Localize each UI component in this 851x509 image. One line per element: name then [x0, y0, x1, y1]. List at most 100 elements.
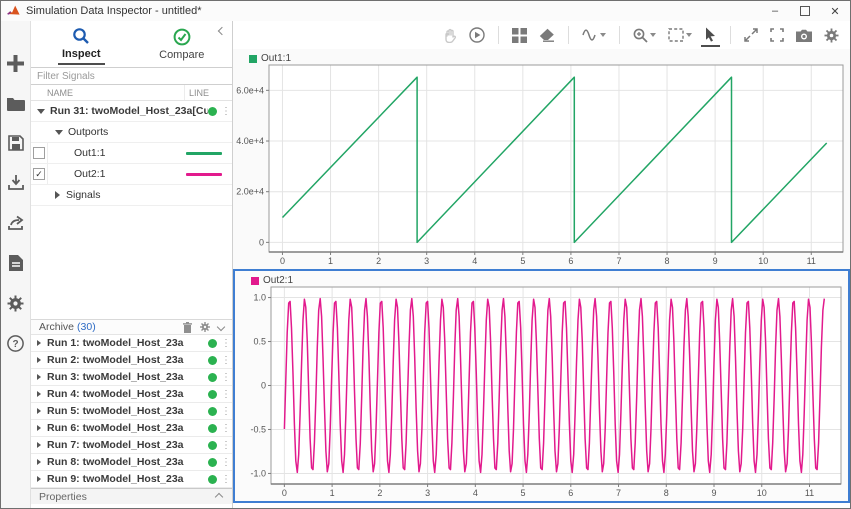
status-dot [208, 356, 217, 365]
tab-inspect[interactable]: Inspect [31, 21, 132, 67]
archive-run-row[interactable]: Run 2: twoModel_Host_23a⋮ [31, 352, 232, 369]
status-dot [208, 424, 217, 433]
line-style-swatch[interactable] [186, 152, 222, 155]
caret-right-icon[interactable] [37, 357, 41, 363]
pan-hand-icon [443, 28, 457, 43]
plot-checkbox[interactable] [33, 147, 45, 159]
kebab-menu-icon[interactable]: ⋮ [220, 372, 232, 383]
plot-area: Out1:1 0123456789101102.0e+44.0e+46.0e+4… [233, 21, 850, 508]
minimize-button[interactable]: – [760, 1, 790, 21]
subplot-out1[interactable]: Out1:1 0123456789101102.0e+44.0e+46.0e+4 [233, 49, 850, 269]
layout-grid-button[interactable] [509, 24, 530, 46]
plot-checkbox[interactable]: ✓ [33, 168, 45, 180]
archive-run-row[interactable]: Run 5: twoModel_Host_23a⋮ [31, 403, 232, 420]
fullscreen-icon [770, 28, 784, 42]
plot-canvas[interactable]: 0123456789101102.0e+44.0e+46.0e+4 [233, 49, 850, 269]
signal-row-out2[interactable]: ✓ Out2:1 [31, 164, 232, 185]
caret-right-icon[interactable] [37, 442, 41, 448]
signal-browser-panel: Inspect Compare NAME LINE Run 31: twoMod… [31, 21, 233, 508]
svg-text:4: 4 [472, 256, 477, 266]
plot-settings-button[interactable] [821, 24, 842, 46]
expand-button[interactable] [741, 24, 761, 46]
preferences-button[interactable] [5, 293, 27, 313]
caret-down-icon[interactable] [55, 130, 63, 135]
caret-right-icon[interactable] [37, 476, 41, 482]
caret-right-icon[interactable] [37, 459, 41, 465]
archive-run-row[interactable]: Run 4: twoModel_Host_23a⋮ [31, 386, 232, 403]
add-button[interactable] [5, 53, 27, 73]
chevron-up-icon[interactable] [215, 492, 223, 500]
caret-right-icon[interactable] [55, 191, 60, 199]
svg-text:7: 7 [616, 488, 621, 498]
export-icon [8, 215, 24, 231]
archive-run-row[interactable]: Run 1: twoModel_Host_23a⋮ [31, 335, 232, 352]
svg-text:-0.5: -0.5 [250, 424, 266, 434]
import-button[interactable] [5, 173, 27, 193]
line-style-swatch[interactable] [186, 173, 222, 176]
signal-trace-button[interactable] [579, 24, 609, 46]
fullscreen-button[interactable] [767, 24, 787, 46]
collapse-panel-button[interactable] [216, 25, 228, 37]
chevron-left-icon [218, 27, 226, 35]
plot-toolbar [233, 21, 850, 49]
chevron-down-icon[interactable] [217, 323, 225, 331]
kebab-menu-icon[interactable]: ⋮ [220, 423, 232, 434]
add-icon [7, 55, 24, 72]
app-window: Simulation Data Inspector - untitled* – … [0, 0, 851, 509]
outports-label: Outports [68, 126, 232, 138]
gear-icon[interactable] [200, 322, 210, 332]
archive-run-label: Run 7: twoModel_Host_23a [47, 439, 208, 451]
caret-right-icon[interactable] [37, 391, 41, 397]
pan-hand-button[interactable] [440, 24, 460, 46]
open-folder-button[interactable] [5, 93, 27, 113]
report-button[interactable] [5, 253, 27, 273]
export-button[interactable] [5, 213, 27, 233]
archive-run-row[interactable]: Run 3: twoModel_Host_23a⋮ [31, 369, 232, 386]
fit-view-button[interactable] [665, 24, 695, 46]
help-button[interactable]: ? [5, 333, 27, 353]
archive-run-row[interactable]: Run 8: twoModel_Host_23a⋮ [31, 454, 232, 471]
caret-right-icon[interactable] [37, 340, 41, 346]
plot-settings-icon [824, 28, 839, 43]
archive-run-row[interactable]: Run 7: twoModel_Host_23a ⋮ [31, 437, 232, 454]
eraser-button[interactable] [536, 24, 558, 46]
plot-canvas[interactable]: 01234567891011-1.0-0.500.51.0 [235, 271, 848, 501]
caret-down-icon[interactable] [37, 109, 45, 114]
kebab-menu-icon[interactable]: ⋮ [220, 440, 232, 451]
kebab-menu-icon[interactable]: ⋮ [220, 355, 232, 366]
run-row-current[interactable]: Run 31: twoModel_Host_23a[Current] ⋮ [31, 101, 232, 122]
svg-text:6.0e+4: 6.0e+4 [236, 85, 264, 95]
svg-text:0: 0 [259, 237, 264, 247]
trash-icon[interactable] [183, 322, 192, 333]
svg-text:8: 8 [664, 488, 669, 498]
zoom-button[interactable] [630, 24, 659, 46]
outports-group-row[interactable]: Outports [31, 122, 232, 143]
kebab-menu-icon[interactable]: ⋮ [220, 474, 232, 485]
column-name: NAME [47, 88, 184, 98]
caret-right-icon[interactable] [37, 425, 41, 431]
kebab-menu-icon[interactable]: ⋮ [220, 338, 232, 349]
kebab-menu-icon[interactable]: ⋮ [220, 406, 232, 417]
caret-right-icon[interactable] [37, 374, 41, 380]
subplot-out2-selected[interactable]: Out2:1 01234567891011-1.0-0.500.51.0 [233, 269, 850, 503]
snapshot-camera-button[interactable] [793, 24, 815, 46]
svg-text:5: 5 [520, 256, 525, 266]
kebab-menu-icon[interactable]: ⋮ [220, 389, 232, 400]
archive-header[interactable]: Archive (30) [31, 319, 232, 335]
search-icon [72, 27, 90, 45]
kebab-menu-icon[interactable]: ⋮ [220, 457, 232, 468]
save-button[interactable] [5, 133, 27, 153]
properties-bar[interactable]: Properties [31, 488, 232, 504]
svg-text:4.0e+4: 4.0e+4 [236, 136, 264, 146]
signals-group-row[interactable]: Signals [31, 185, 232, 206]
record-button[interactable] [466, 24, 488, 46]
signal-row-out1[interactable]: Out1:1 [31, 143, 232, 164]
archive-run-row[interactable]: Run 6: twoModel_Host_23a⋮ [31, 420, 232, 437]
kebab-menu-icon[interactable]: ⋮ [220, 106, 232, 117]
filter-signals-input[interactable] [31, 67, 232, 85]
caret-right-icon[interactable] [37, 408, 41, 414]
close-button[interactable]: ✕ [820, 1, 850, 21]
pointer-button[interactable] [701, 23, 720, 47]
archive-run-row[interactable]: Run 9: twoModel_Host_23a⋮ [31, 471, 232, 488]
maximize-button[interactable] [790, 1, 820, 21]
